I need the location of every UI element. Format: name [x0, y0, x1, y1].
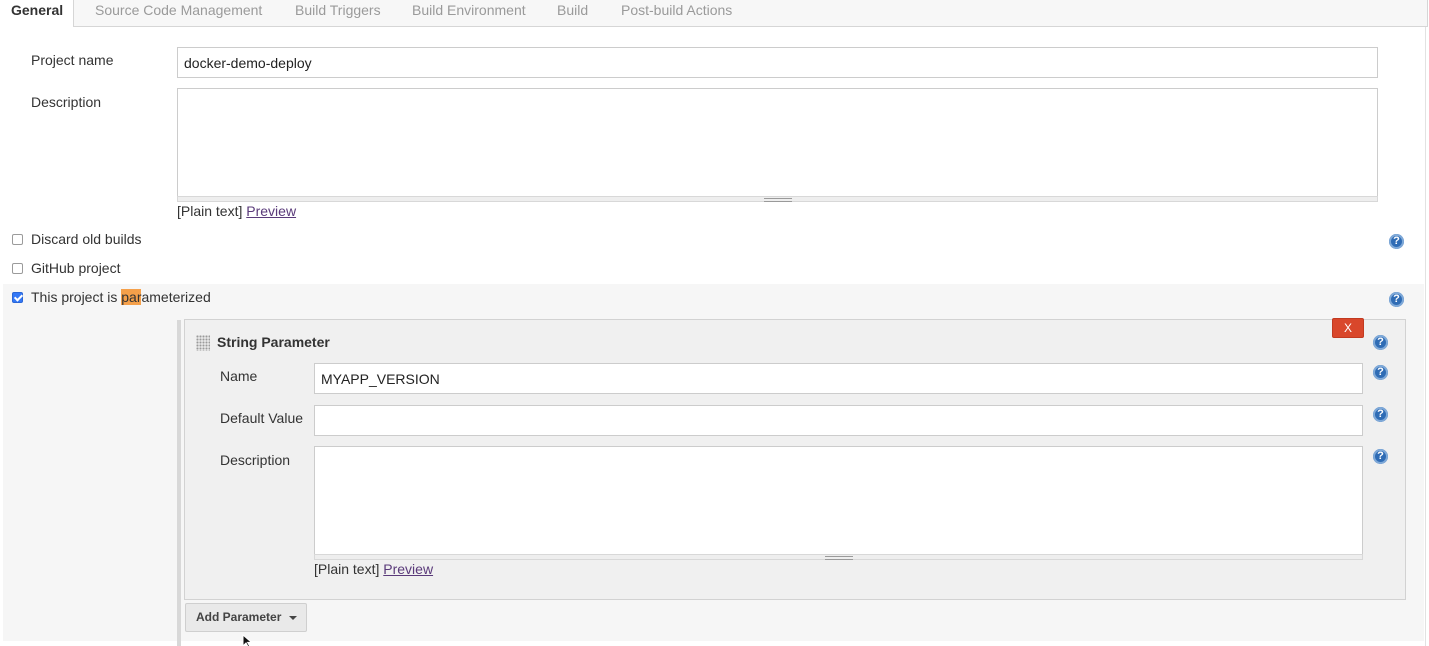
parameterized-label-prefix: This project is [31, 289, 122, 305]
plain-text-label: [Plain text] [314, 561, 380, 577]
param-description-format-hint: [Plain text] Preview [314, 561, 433, 577]
config-tab-bar: General Source Code Management Build Tri… [0, 0, 1428, 27]
grip-icon [824, 556, 853, 560]
description-format-hint: [Plain text] Preview [177, 203, 296, 219]
tab-post-build-actions[interactable]: Post-build Actions [621, 0, 732, 26]
plain-text-label: [Plain text] [177, 203, 243, 219]
param-description-textarea[interactable] [314, 446, 1363, 555]
chevron-down-icon [289, 616, 297, 620]
param-description-help-icon[interactable]: ? [1373, 449, 1388, 464]
delete-parameter-button[interactable]: X [1332, 318, 1364, 338]
parameterized-label-suffix: ameterized [141, 289, 211, 305]
discard-old-builds-label[interactable]: Discard old builds [31, 231, 142, 247]
parameterized-label[interactable]: This project is parameterized [31, 289, 211, 305]
param-description-resize-bar[interactable] [314, 554, 1363, 560]
grip-icon [763, 198, 792, 202]
string-parameter-help-icon[interactable]: ? [1373, 335, 1388, 350]
parameterized-checkbox[interactable] [12, 292, 23, 303]
parameterized-row: This project is parameterized [3, 284, 1424, 319]
param-default-value-input[interactable] [314, 405, 1363, 436]
discard-old-builds-row: Discard old builds [3, 226, 1424, 254]
description-textarea[interactable] [177, 88, 1378, 197]
param-name-label: Name [220, 368, 258, 384]
tab-build-environment[interactable]: Build Environment [412, 0, 526, 26]
general-section: Project name docker-demo-deploy Descript… [0, 27, 1426, 646]
drag-handle-icon[interactable] [196, 335, 210, 351]
string-parameter-title: String Parameter [217, 334, 330, 350]
param-name-input[interactable]: MYAPP_VERSION [314, 363, 1363, 394]
param-description-label: Description [220, 452, 291, 468]
mouse-cursor-icon [242, 634, 253, 646]
search-highlight: par [121, 289, 142, 305]
description-preview-link[interactable]: Preview [246, 203, 296, 219]
github-project-checkbox[interactable] [12, 263, 23, 274]
add-parameter-button[interactable]: Add Parameter [185, 603, 307, 632]
tab-build[interactable]: Build [557, 0, 588, 26]
description-label: Description [31, 94, 102, 110]
description-resize-bar[interactable] [177, 196, 1378, 202]
github-project-label[interactable]: GitHub project [31, 260, 120, 276]
param-description-preview-link[interactable]: Preview [383, 561, 433, 577]
project-name-input[interactable]: docker-demo-deploy [177, 47, 1378, 78]
tab-build-triggers[interactable]: Build Triggers [295, 0, 381, 26]
tab-source-code-management[interactable]: Source Code Management [95, 0, 262, 26]
job-config-page: General Source Code Management Build Tri… [0, 0, 1429, 646]
param-default-value-help-icon[interactable]: ? [1373, 407, 1388, 422]
project-name-label: Project name [31, 52, 114, 68]
discard-old-builds-help-icon[interactable]: ? [1389, 234, 1404, 249]
add-parameter-label: Add Parameter [196, 610, 282, 624]
parameterized-help-icon[interactable]: ? [1389, 292, 1404, 307]
github-project-row: GitHub project [3, 255, 1424, 283]
param-name-help-icon[interactable]: ? [1373, 365, 1388, 380]
parameters-nesting-bar [177, 320, 181, 646]
tab-general[interactable]: General [0, 0, 75, 27]
discard-old-builds-checkbox[interactable] [12, 234, 23, 245]
param-default-value-label: Default Value [220, 410, 304, 426]
